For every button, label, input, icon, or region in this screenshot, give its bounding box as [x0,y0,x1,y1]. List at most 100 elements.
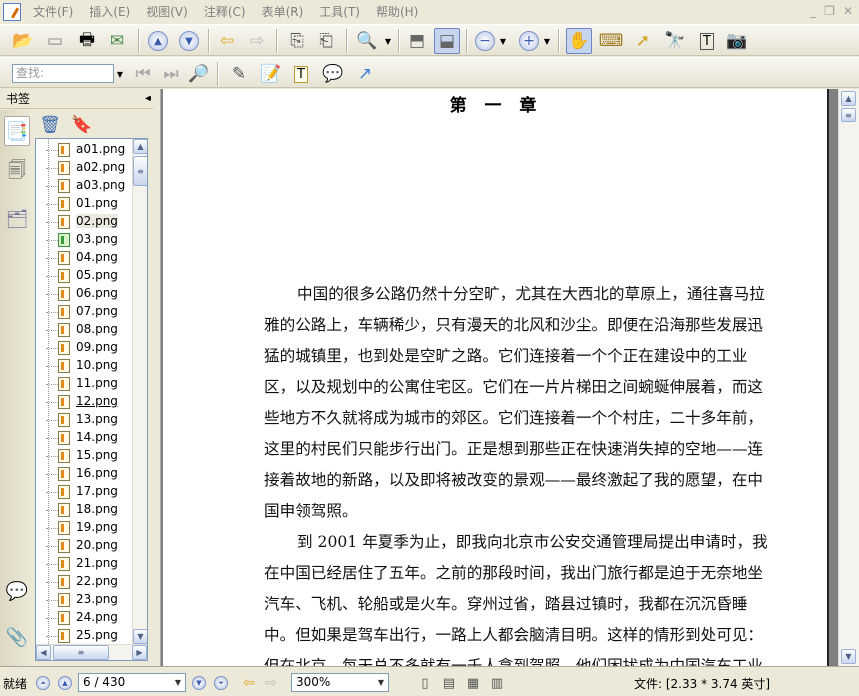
zoom-level-dropdown-icon[interactable]: ▼ [374,674,388,691]
last-page-icon[interactable]: ⏷ [212,670,230,696]
bookmark-item[interactable]: 18.png [36,501,132,519]
first-page-icon[interactable]: ⏶ [34,670,52,696]
zoom-icon[interactable]: 🔍 [354,28,380,54]
page-dropdown-icon[interactable]: ▼ [171,674,185,691]
close-icon[interactable]: ✕ [843,4,853,18]
zoom-out-dropdown-icon[interactable]: ▼ [496,28,510,54]
bookmark-item[interactable]: 09.png [36,339,132,357]
add-bookmark-icon[interactable]: 🔖 [69,112,95,138]
menu-file[interactable]: 文件(F) [25,0,81,24]
bookmark-item[interactable]: 20.png [36,537,132,555]
zoom-in-icon[interactable]: + [516,28,542,54]
menu-insert[interactable]: 插入(E) [81,0,138,24]
bookmark-item[interactable]: a03.png [36,177,132,195]
status-forward-icon[interactable]: ⇨ [262,670,280,696]
zoom-field[interactable]: 300% ▼ [291,673,389,692]
bookmark-item[interactable]: a02.png [36,159,132,177]
doc-scroll-down-icon[interactable]: ▼ [841,649,856,664]
doc-scroll-thumb[interactable]: ≡ [841,108,856,122]
bookmark-item[interactable]: 25.png [36,627,132,645]
bookmark-item[interactable]: 19.png [36,519,132,537]
restore-icon[interactable]: ❐ [824,4,835,18]
minimize-icon[interactable]: _ [810,4,816,18]
select-text-icon[interactable]: ⌨ [598,28,624,54]
search-icon[interactable]: 🔎 [186,61,212,87]
back-arrow-icon[interactable]: ⇦ [214,28,240,54]
bookmarks-tab-icon[interactable]: 📑 [4,116,30,146]
bookmark-item[interactable]: 21.png [36,555,132,573]
attachments-tab-icon[interactable]: 📎 [4,622,30,652]
highlight-icon[interactable]: ✎ [226,61,252,87]
single-page-view-icon[interactable]: ▯ [416,670,434,696]
bookmark-item[interactable]: 15.png [36,447,132,465]
save-icon[interactable]: ▭ [42,28,68,54]
panel-splitter[interactable] [153,89,161,666]
find-prev-icon[interactable]: ⏮ [130,61,156,87]
email-icon[interactable]: ✉ [104,28,130,54]
hscroll-thumb[interactable]: ≡ [53,645,109,660]
document-viewport[interactable]: 第 一 章 中国的很多公路仍然十分空旷，尤其在大西北的草原上，通往喜马拉 雅的公路… [161,89,838,666]
extract-page-icon[interactable]: ⎘ [284,28,310,54]
pages-tab-icon[interactable]: 🗐 [4,158,30,188]
layers-tab-icon[interactable]: 🗂 [4,204,30,234]
textbox-icon[interactable]: T [288,61,314,87]
delete-bookmark-icon[interactable]: 🗑 [37,112,63,138]
scroll-right-icon[interactable]: ▶ [132,645,147,660]
facing-view-icon[interactable]: ▦ [464,670,482,696]
continuous-view-icon[interactable]: ▤ [440,670,458,696]
next-page-icon[interactable]: ▼ [176,28,202,54]
bookmark-item[interactable]: 03.png [36,231,132,249]
bookmark-item[interactable]: a01.png [36,141,132,159]
comments-tab-icon[interactable]: 💬 [4,576,30,606]
bookmark-item[interactable]: 10.png [36,357,132,375]
bookmark-item[interactable]: 08.png [36,321,132,339]
scroll-down-icon[interactable]: ▼ [133,629,147,644]
zoom-in-dropdown-icon[interactable]: ▼ [540,28,554,54]
bookmark-item[interactable]: 05.png [36,267,132,285]
status-prev-page-icon[interactable]: ▲ [56,670,74,696]
collapse-sidebar-icon[interactable]: ◂◂ [145,93,151,104]
search-input[interactable]: 查找: [12,64,114,83]
bookmark-tree[interactable]: a01.png a02.png a03.png 01.png 02.png 03.png 0… [35,138,148,661]
pointer-tool-icon[interactable]: ➚ [630,28,656,54]
status-next-page-icon[interactable]: ▼ [190,670,208,696]
find-icon[interactable]: 🔭 [662,28,688,54]
bookmark-item[interactable]: 13.png [36,411,132,429]
bookmark-item[interactable]: 23.png [36,591,132,609]
zoom-out-icon[interactable]: − [472,28,498,54]
bookmark-item[interactable]: 04.png [36,249,132,267]
open-folder-icon[interactable]: 📂 [10,28,36,54]
scroll-thumb[interactable]: ≡ [133,156,147,186]
callout-icon[interactable]: 💬 [320,61,346,87]
bookmark-item[interactable]: 06.png [36,285,132,303]
menu-form[interactable]: 表单(R) [254,0,312,24]
bookmark-item[interactable]: 11.png [36,375,132,393]
doc-scroll-up-icon[interactable]: ▲ [841,91,856,106]
fit-page-icon[interactable]: ⬒ [404,28,430,54]
insert-page-icon[interactable]: ⎗ [313,28,339,54]
bookmark-item[interactable]: 12.png [36,393,132,411]
search-dropdown-icon[interactable]: ▼ [114,61,126,87]
continuous-facing-view-icon[interactable]: ▥ [488,670,506,696]
bookmark-item[interactable]: 24.png [36,609,132,627]
zoom-dropdown-icon[interactable]: ▼ [381,28,395,54]
bookmark-item[interactable]: 17.png [36,483,132,501]
bookmark-horizontal-scrollbar[interactable]: ◀ ≡ ▶ [36,644,147,660]
note-icon[interactable]: 📝 [258,61,284,87]
status-back-icon[interactable]: ⇦ [240,670,258,696]
hand-tool-icon[interactable]: ✋ [566,28,592,54]
forward-arrow-icon[interactable]: ⇨ [244,28,270,54]
bookmark-item[interactable]: 01.png [36,195,132,213]
find-next-icon[interactable]: ⏭ [158,61,184,87]
menu-view[interactable]: 视图(V) [138,0,196,24]
scroll-up-icon[interactable]: ▲ [133,139,147,154]
scroll-left-icon[interactable]: ◀ [36,645,51,660]
snapshot-icon[interactable]: 📷 [724,28,750,54]
menu-help[interactable]: 帮助(H) [368,0,426,24]
bookmark-item[interactable]: 14.png [36,429,132,447]
text-tool-icon[interactable]: T [694,28,720,54]
bookmark-item[interactable]: 07.png [36,303,132,321]
print-icon[interactable]: 🖶 [74,28,100,54]
bookmark-item[interactable]: 22.png [36,573,132,591]
bookmark-item[interactable]: 02.png [36,213,132,231]
